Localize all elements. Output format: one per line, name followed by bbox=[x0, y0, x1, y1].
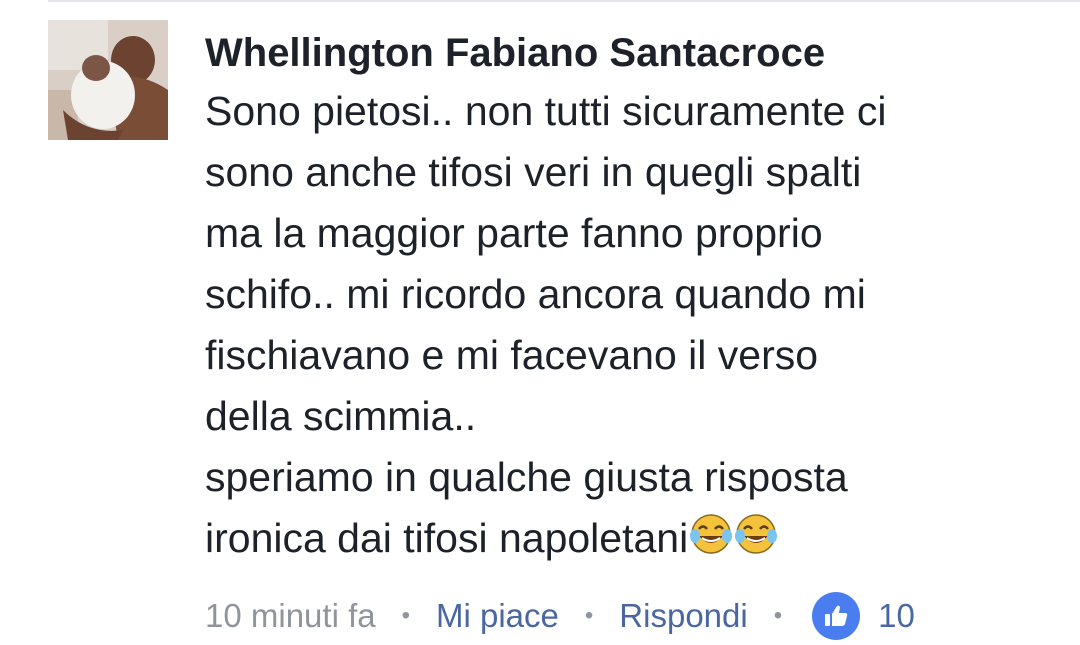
reply-button[interactable]: Rispondi bbox=[619, 597, 747, 635]
comment-line: fischiavano e mi facevano il verso bbox=[205, 332, 819, 378]
divider bbox=[48, 0, 1080, 2]
thumbs-up-icon[interactable] bbox=[812, 592, 861, 640]
comment-text: Sono pietosi.. non tutti sicuramente ci … bbox=[205, 81, 1065, 573]
comment-line: Sono pietosi.. non tutti sicuramente ci bbox=[205, 88, 887, 134]
comment-line: della scimmia.. bbox=[205, 393, 477, 439]
separator-dot: • bbox=[584, 602, 594, 629]
tears-of-joy-emoji bbox=[734, 512, 778, 573]
like-button[interactable]: Mi piace bbox=[436, 597, 559, 635]
comment-line-last: ironica dai tifosi napoletani bbox=[205, 508, 1065, 573]
comment-line: schifo.. mi ricordo ancora quando mi bbox=[205, 271, 866, 317]
comment-line: ma la maggior parte fanno proprio bbox=[205, 210, 823, 256]
comment-timestamp[interactable]: 10 minuti fa bbox=[205, 597, 376, 635]
comment: Whellington Fabiano Santacroce Sono piet… bbox=[48, 20, 1068, 640]
avatar[interactable] bbox=[48, 20, 168, 140]
comment-actions: 10 minuti fa • Mi piace • Rispondi • 10 bbox=[205, 588, 915, 644]
comment-line: ironica dai tifosi napoletani bbox=[205, 515, 689, 561]
separator-dot: • bbox=[401, 602, 410, 629]
separator-dot: • bbox=[773, 602, 783, 629]
like-count[interactable]: 10 bbox=[878, 597, 915, 635]
comment-author[interactable]: Whellington Fabiano Santacroce bbox=[205, 28, 1065, 78]
comment-line: speriamo in qualche giusta risposta bbox=[205, 454, 848, 500]
comment-line: sono anche tifosi veri in quegli spalti bbox=[205, 149, 862, 195]
tears-of-joy-emoji bbox=[689, 512, 733, 573]
